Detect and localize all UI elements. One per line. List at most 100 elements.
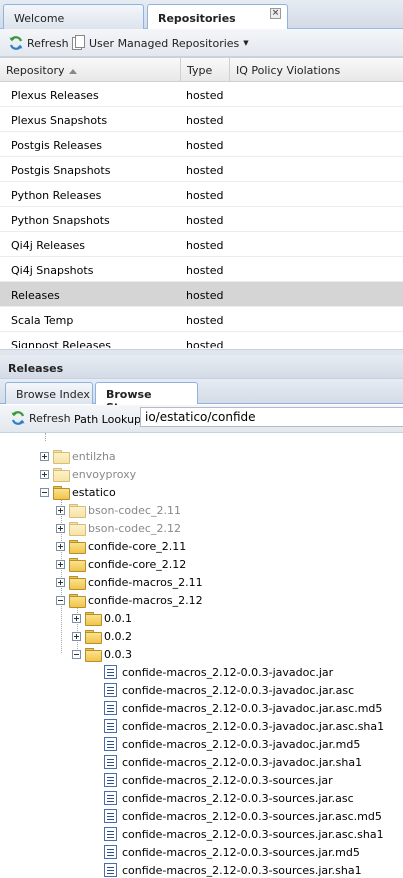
expand-icon[interactable] [72,613,81,623]
table-row[interactable]: Scala Temp hosted [0,307,403,332]
collapse-icon[interactable] [72,649,81,659]
tree-node-label: confide-macros_2.12-0.0.3-javadoc.jar.sh… [122,755,363,769]
tree-folder[interactable]: estatico [40,483,116,501]
tree-folder[interactable]: confide-macros_2.11 [56,573,203,591]
refresh-button[interactable]: Refresh [8,35,69,51]
table-row[interactable]: Python Snapshots hosted [0,207,403,232]
table-row-selected[interactable]: Releases hosted [0,282,403,307]
tree-node-label: confide-core_2.12 [88,557,187,571]
tree-file[interactable]: confide-macros_2.12-0.0.3-sources.jar.as… [104,825,384,843]
tree-file[interactable]: confide-macros_2.12-0.0.3-javadoc.jar.as… [104,699,382,717]
storage-refresh-button[interactable]: Refresh [10,410,71,426]
repository-type: hosted [186,264,224,277]
tree-file[interactable]: confide-macros_2.12-0.0.3-sources.jar [104,771,333,789]
repository-name: Signpost Releases [11,339,111,348]
collapse-icon[interactable] [56,595,65,605]
tree-folder[interactable]: bson-codec_2.12 [56,519,181,537]
table-row[interactable]: Qi4j Releases hosted [0,232,403,257]
expand-icon[interactable] [72,631,81,641]
storage-refresh-label: Refresh [29,411,71,425]
file-icon [104,719,117,733]
tree-node-label: confide-macros_2.11 [88,575,203,589]
table-row[interactable]: Postgis Releases hosted [0,132,403,157]
column-type[interactable]: Type [181,58,230,82]
table-row[interactable]: Signpost Releases hosted [0,332,403,348]
user-managed-label: User Managed Repositories [89,36,240,50]
tab-browse-index[interactable]: Browse Index [5,382,93,404]
folder-icon [69,594,86,608]
tree-folder[interactable]: 0.0.2 [72,627,132,645]
user-managed-repositories-menu[interactable]: User Managed Repositories ▼ [72,35,249,51]
close-icon[interactable]: × [270,8,281,19]
file-icon [104,755,117,769]
tab-welcome[interactable]: Welcome [3,4,144,29]
tab-welcome-label: Welcome [14,12,65,25]
tree-node-label: confide-macros_2.12-0.0.3-javadoc.jar [122,665,334,679]
tree-folder[interactable]: 0.0.3 [72,645,132,663]
repository-grid: Plexus Releases hosted Plexus Snapshots ho… [0,82,403,348]
expand-icon[interactable] [56,505,65,515]
tree-folder[interactable]: 0.0.1 [72,609,132,627]
folder-icon [53,450,70,464]
tree-folder[interactable]: confide-core_2.12 [56,555,186,573]
tree-file[interactable]: confide-macros_2.12-0.0.3-javadoc.jar.sh… [104,753,362,771]
file-icon [104,773,117,787]
table-row[interactable]: Qi4j Snapshots hosted [0,257,403,282]
tree-file[interactable]: confide-macros_2.12-0.0.3-javadoc.jar.md… [104,735,360,753]
tree-file[interactable]: confide-macros_2.12-0.0.3-javadoc.jar.as… [104,681,354,699]
tree-folder[interactable]: envoyproxy [40,465,136,483]
tree-node-label: envoyproxy [72,467,137,481]
repository-type: hosted [186,239,224,252]
tree-file[interactable]: confide-macros_2.12-0.0.3-javadoc.jar [104,663,333,681]
repository-type: hosted [186,214,224,227]
tree-node-label: confide-core_2.11 [88,539,187,553]
expand-icon[interactable] [56,523,65,533]
tree-node-label: confide-macros_2.12-0.0.3-sources.jar.md… [122,845,360,859]
expand-icon[interactable] [40,451,49,461]
tree-node-label: bson-codec_2.12 [88,521,181,535]
table-row[interactable]: Plexus Snapshots hosted [0,107,403,132]
repository-type: hosted [186,189,224,202]
folder-icon [69,576,86,590]
tree-folder[interactable]: entilzha [40,447,116,465]
path-lookup-label: Path Lookup: [74,413,145,426]
file-icon [104,863,117,877]
tree-file[interactable]: confide-macros_2.12-0.0.3-sources.jar.md… [104,843,360,861]
table-row[interactable]: Postgis Snapshots hosted [0,157,403,182]
tab-browse-storage[interactable]: Browse Storage [95,382,198,414]
tree-node-label: confide-macros_2.12-0.0.3-javadoc.jar.md… [122,737,361,751]
tree-file[interactable]: confide-macros_2.12-0.0.3-sources.jar.as… [104,789,354,807]
tree-file[interactable]: confide-macros_2.12-0.0.3-sources.jar.as… [104,807,382,825]
tab-repositories[interactable]: Repositories × [147,4,288,30]
file-icon [104,665,117,679]
tree-node-label: confide-macros_2.12-0.0.3-javadoc.jar.as… [122,719,385,733]
expand-icon[interactable] [56,577,65,587]
tree-folder[interactable]: confide-macros_2.12 [56,591,203,609]
column-iq-policy-violations[interactable]: IQ Policy Violations [230,58,403,82]
tree-node-label: confide-macros_2.12-0.0.3-sources.jar.sh… [122,863,362,877]
tree-file[interactable]: confide-macros_2.12-0.0.3-javadoc.jar.as… [104,717,384,735]
tree-node-label: confide-macros_2.12-0.0.3-sources.jar.as… [122,827,384,841]
collapse-icon[interactable] [40,487,49,497]
expand-icon[interactable] [40,469,49,479]
repositories-toolbar: Refresh User Managed Repositories ▼ [0,29,403,57]
tree-node-label: 0.0.2 [104,629,132,643]
tree-folder[interactable]: confide-core_2.11 [56,537,186,555]
table-row[interactable]: Plexus Releases hosted [0,82,403,107]
file-icon [104,827,117,841]
folder-icon [85,630,102,644]
repository-grid-header: Repository Type IQ Policy Violations [0,57,403,82]
expand-icon[interactable] [56,559,65,569]
folder-icon [85,648,102,662]
repository-type: hosted [186,164,224,177]
tree-file[interactable]: confide-macros_2.12-0.0.3-sources.jar.sh… [104,861,362,878]
path-lookup-input[interactable] [140,407,403,427]
column-repository[interactable]: Repository [0,58,181,82]
repository-type: hosted [186,139,224,152]
file-icon [104,791,117,805]
tree-folder[interactable]: bson-codec_2.11 [56,501,181,519]
expand-icon[interactable] [56,541,65,551]
file-icon [104,683,117,697]
repository-type: hosted [186,339,224,348]
table-row[interactable]: Python Releases hosted [0,182,403,207]
